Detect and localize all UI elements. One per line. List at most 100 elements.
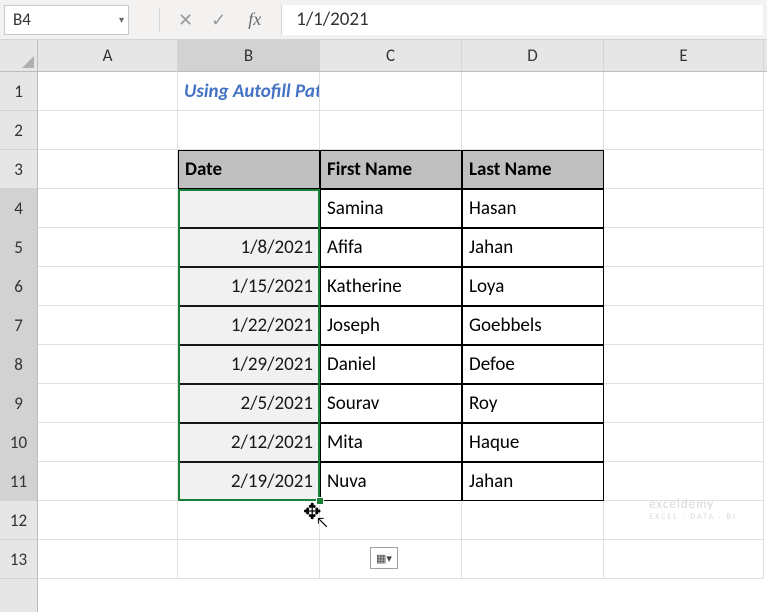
formula-buttons: ✕ ✓ fx — [149, 8, 275, 32]
cell-A5[interactable] — [38, 228, 178, 267]
cell-B4[interactable]: 1/1/2021 — [178, 189, 320, 228]
cell-D10[interactable]: Haque — [462, 423, 604, 462]
cell-E8[interactable] — [604, 345, 764, 384]
fx-icon[interactable]: fx — [244, 9, 265, 30]
name-box[interactable]: B4 ▾ — [4, 5, 129, 35]
row-header-10[interactable]: 10 — [0, 423, 37, 462]
cell-C6[interactable]: Katherine — [320, 267, 462, 306]
cell-D13[interactable] — [462, 540, 604, 579]
cell-C10[interactable]: Mita — [320, 423, 462, 462]
header-first[interactable]: First Name — [320, 150, 462, 189]
cell-B8[interactable]: 1/29/2021 — [178, 345, 320, 384]
cell-B11[interactable]: 2/19/2021 — [178, 462, 320, 501]
cell-E13[interactable] — [604, 540, 764, 579]
name-box-value: B4 — [13, 9, 31, 30]
row-header-7[interactable]: 7 — [0, 306, 37, 345]
header-date[interactable]: Date — [178, 150, 320, 189]
cell-E2[interactable] — [604, 111, 764, 150]
cell-D12[interactable] — [462, 501, 604, 540]
col-header-E[interactable]: E — [604, 40, 764, 71]
row-header-4[interactable]: 4 — [0, 189, 37, 228]
cancel-icon[interactable]: ✕ — [178, 9, 193, 31]
cell-B9[interactable]: 2/5/2021 — [178, 384, 320, 423]
cell-A10[interactable] — [38, 423, 178, 462]
cell-B2[interactable] — [178, 111, 320, 150]
cell-E6[interactable] — [604, 267, 764, 306]
column-headers: A B C D E — [38, 40, 767, 72]
cell-D9[interactable]: Roy — [462, 384, 604, 423]
row-header-2[interactable]: 2 — [0, 111, 37, 150]
confirm-icon[interactable]: ✓ — [211, 9, 226, 31]
cell-A11[interactable] — [38, 462, 178, 501]
cell-E10[interactable] — [604, 423, 764, 462]
cell-E9[interactable] — [604, 384, 764, 423]
row-header-11[interactable]: 11 — [0, 462, 37, 501]
cell-E1[interactable] — [604, 72, 764, 111]
cell-D8[interactable]: Defoe — [462, 345, 604, 384]
cell-C2[interactable] — [320, 111, 462, 150]
cell-E7[interactable] — [604, 306, 764, 345]
formula-value: 1/1/2021 — [296, 8, 368, 31]
cell-B6[interactable]: 1/15/2021 — [178, 267, 320, 306]
cell-A13[interactable] — [38, 540, 178, 579]
header-last[interactable]: Last Name — [462, 150, 604, 189]
col-header-D[interactable]: D — [462, 40, 604, 71]
row-header-3[interactable]: 3 — [0, 150, 37, 189]
cell-A8[interactable] — [38, 345, 178, 384]
cell-C12[interactable] — [320, 501, 462, 540]
cell-B5[interactable]: 1/8/2021 — [178, 228, 320, 267]
sheet-title: Using Autofill Pattern — [184, 80, 320, 103]
autofill-options-icon: ▦▾ — [376, 552, 392, 565]
row-header-8[interactable]: 8 — [0, 345, 37, 384]
cell-A9[interactable] — [38, 384, 178, 423]
spreadsheet-grid: 1 2 3 4 5 6 7 8 9 10 11 12 13 A B C D E … — [0, 40, 767, 612]
row-header-13[interactable]: 13 — [0, 540, 37, 579]
row-header-12[interactable]: 12 — [0, 501, 37, 540]
cell-B7[interactable]: 1/22/2021 — [178, 306, 320, 345]
row-headers: 1 2 3 4 5 6 7 8 9 10 11 12 13 — [0, 40, 38, 612]
cell-D11[interactable]: Jahan — [462, 462, 604, 501]
cell-B13[interactable] — [178, 540, 320, 579]
cell-A6[interactable] — [38, 267, 178, 306]
cell-E5[interactable] — [604, 228, 764, 267]
row-header-1[interactable]: 1 — [0, 72, 37, 111]
cell-C11[interactable]: Nuva — [320, 462, 462, 501]
formula-input[interactable]: 1/1/2021 — [281, 5, 763, 35]
cell-C8[interactable]: Daniel — [320, 345, 462, 384]
cell-A12[interactable] — [38, 501, 178, 540]
cell-D4[interactable]: Hasan — [462, 189, 604, 228]
cell-B1[interactable]: Using Autofill Pattern — [178, 72, 320, 111]
cell-D6[interactable]: Loya — [462, 267, 604, 306]
row-header-6[interactable]: 6 — [0, 267, 37, 306]
cell-C9[interactable]: Sourav — [320, 384, 462, 423]
cell-D2[interactable] — [462, 111, 604, 150]
cell-D5[interactable]: Jahan — [462, 228, 604, 267]
cell-B10[interactable]: 2/12/2021 — [178, 423, 320, 462]
autofill-options-button[interactable]: ▦▾ — [370, 547, 398, 569]
cell-A3[interactable] — [38, 150, 178, 189]
cells-area[interactable]: Using Autofill Pattern Date First Name L… — [38, 72, 767, 612]
col-header-B[interactable]: B — [178, 40, 320, 71]
formula-bar-row: B4 ▾ ✕ ✓ fx 1/1/2021 — [0, 0, 767, 40]
row-header-9[interactable]: 9 — [0, 384, 37, 423]
select-all-corner[interactable] — [0, 40, 38, 72]
cell-C5[interactable]: Afifa — [320, 228, 462, 267]
row-header-5[interactable]: 5 — [0, 228, 37, 267]
cell-A2[interactable] — [38, 111, 178, 150]
cell-A4[interactable] — [38, 189, 178, 228]
cell-E11[interactable] — [604, 462, 764, 501]
cell-E4[interactable] — [604, 189, 764, 228]
col-header-A[interactable]: A — [38, 40, 178, 71]
cell-C7[interactable]: Joseph — [320, 306, 462, 345]
cell-B12[interactable] — [178, 501, 320, 540]
cell-E12[interactable] — [604, 501, 764, 540]
cell-E3[interactable] — [604, 150, 764, 189]
cell-C4[interactable]: Samina — [320, 189, 462, 228]
cell-D7[interactable]: Goebbels — [462, 306, 604, 345]
cell-A1[interactable] — [38, 72, 178, 111]
cell-C1[interactable] — [320, 72, 462, 111]
cell-A7[interactable] — [38, 306, 178, 345]
col-header-C[interactable]: C — [320, 40, 462, 71]
cell-D1[interactable] — [462, 72, 604, 111]
name-box-dropdown-icon[interactable]: ▾ — [119, 13, 124, 26]
